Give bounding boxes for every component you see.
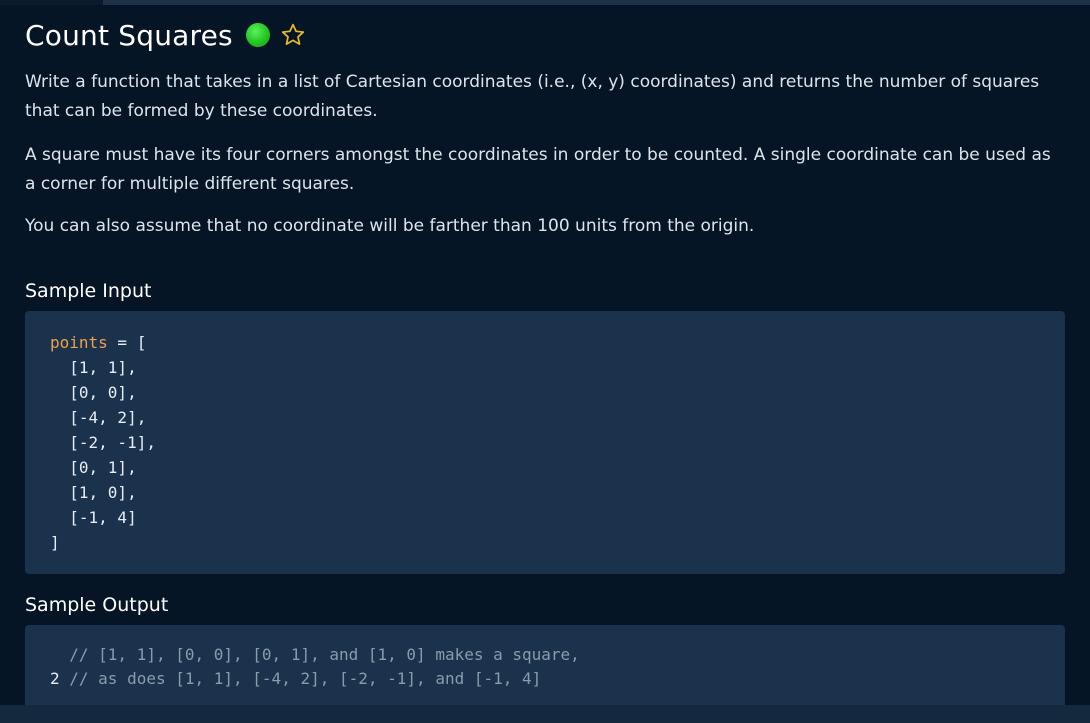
code-line: [-4, 2], — [50, 408, 147, 427]
code-line: [0, 0], — [50, 383, 137, 402]
bottom-bar — [0, 705, 1090, 723]
code-line: [1, 1], — [50, 358, 137, 377]
problem-panel: Count Squares Write a function that take… — [0, 5, 1090, 710]
completed-status-icon — [245, 23, 270, 47]
code-line: ] — [50, 533, 60, 552]
code-line: points = [ — [50, 330, 146, 355]
variable-name: points — [50, 333, 108, 352]
sample-output-code[interactable]: // [1, 1], [0, 0], [0, 1], and [1, 0] ma… — [25, 625, 1065, 710]
code-line: // [1, 1], [0, 0], [0, 1], and [1, 0] ma… — [50, 642, 580, 667]
code-comment: // [1, 1], [0, 0], [0, 1], and [1, 0] ma… — [69, 645, 580, 664]
code-comment: // as does [1, 1], [-4, 2], [-2, -1], an… — [69, 669, 542, 688]
star-icon[interactable] — [280, 22, 306, 48]
title-row: Count Squares — [25, 15, 306, 55]
sample-output-heading: Sample Output — [25, 594, 169, 616]
code-line: [1, 0], — [50, 483, 137, 502]
sample-input-code[interactable]: points = [ [1, 1], [0, 0], [-4, 2], [-2,… — [25, 311, 1065, 574]
code-assign: = [ — [107, 333, 147, 352]
code-line: 2 // as does [1, 1], [-4, 2], [-2, -1], … — [50, 666, 541, 691]
sample-input-heading: Sample Input — [25, 280, 152, 302]
description-paragraph-3: You can also assume that no coordinate w… — [25, 216, 755, 236]
output-value: 2 — [50, 669, 70, 688]
code-line: [0, 1], — [50, 458, 137, 477]
description-paragraph-2: A square must have its four corners amon… — [25, 145, 1051, 194]
page-title: Count Squares — [25, 18, 233, 52]
code-line: [-2, -1], — [50, 433, 156, 452]
description-paragraph-1: Write a function that takes in a list of… — [25, 72, 1040, 121]
code-line: [-1, 4] — [50, 508, 137, 527]
output-prefix — [50, 645, 69, 664]
